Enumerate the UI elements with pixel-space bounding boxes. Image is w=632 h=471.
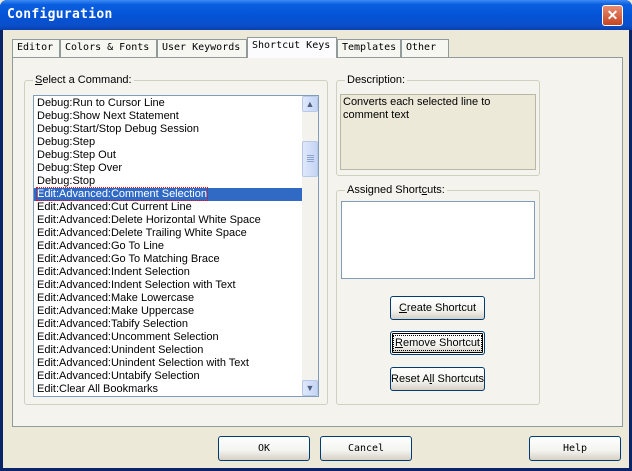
command-list-item[interactable]: Edit:Clear All Bookmarks [34,383,302,396]
description-box: Converts each selected line to comment t… [340,94,536,170]
command-list-item[interactable]: Debug:Step [34,136,302,149]
command-list-item[interactable]: Edit:Advanced:Indent Selection [34,266,302,279]
window-title: Configuration [7,7,113,22]
command-list-item[interactable]: Debug:Step Out [34,149,302,162]
scroll-up-button[interactable]: ▲ [302,96,318,112]
command-list-item[interactable]: Edit:Advanced:Indent Selection with Text [34,279,302,292]
reset-all-shortcuts-button[interactable]: Reset All Shortcuts [390,367,485,391]
scroll-thumb[interactable] [302,141,318,177]
tab-colors-fonts[interactable]: Colors & Fonts [60,39,157,57]
command-list-item[interactable]: Debug:Run to Cursor Line [34,97,302,110]
remove-shortcut-button[interactable]: Remove Shortcut [390,331,485,355]
command-list-item[interactable]: Edit:Advanced:Unindent Selection with Te… [34,357,302,370]
cancel-button[interactable]: Cancel [320,436,412,461]
arrow-up-icon: ▲ [305,99,315,109]
command-list-item[interactable]: Edit:Advanced:Delete Horizontal White Sp… [34,214,302,227]
select-command-label: Select a Command: [33,74,134,86]
assigned-shortcuts-label: Assigned Shortcuts: [345,184,447,196]
command-list-item[interactable]: Edit:Advanced:Delete Trailing White Spac… [34,227,302,240]
command-list-item[interactable]: Debug:Show Next Statement [34,110,302,123]
command-list-item[interactable]: Debug:Step Over [34,162,302,175]
tab-user-keywords[interactable]: User Keywords [157,39,247,57]
command-list-item[interactable]: Edit:Advanced:Tabify Selection [34,318,302,331]
scroll-down-button[interactable]: ▼ [302,380,318,396]
command-list-item[interactable]: Edit:Advanced:Go To Line [34,240,302,253]
create-shortcut-button[interactable]: Create Shortcut [390,296,485,320]
command-list-item[interactable]: Edit:Advanced:Cut Current Line [34,201,302,214]
command-list-item[interactable]: Edit:Advanced:Make Lowercase [34,292,302,305]
command-list-item[interactable]: Edit:Advanced:Unindent Selection [34,344,302,357]
command-list-item[interactable]: Edit:Advanced:Make Uppercase [34,305,302,318]
configuration-dialog: Configuration ✕ Editor Colors & Fonts Us… [0,0,632,471]
command-listbox[interactable]: Debug:Run to Cursor Line Debug:Show Next … [33,95,319,397]
description-label: Description: [345,74,408,86]
arrow-down-icon: ▼ [305,383,315,393]
command-list[interactable]: Debug:Run to Cursor Line Debug:Show Next … [34,96,302,396]
command-list-item[interactable]: Debug:Start/Stop Debug Session [34,123,302,136]
command-list-scrollbar[interactable]: ▲ ▼ [302,96,318,396]
ok-button[interactable]: OK [218,436,310,461]
help-button[interactable]: Help [529,436,621,461]
selected-command-text: Edit:Advanced:Comment Selection [36,187,208,201]
title-bar[interactable]: Configuration ✕ [0,0,632,30]
command-list-item[interactable]: Edit:Advanced:Uncomment Selection [34,331,302,344]
tab-templates[interactable]: Templates [337,39,401,57]
command-list-item[interactable]: Edit:Advanced:Comment Selection [34,187,302,201]
tab-other[interactable]: Other [401,39,449,57]
command-list-item[interactable]: Edit:Advanced:Untabify Selection [34,370,302,383]
description-text: Converts each selected line to comment t… [343,96,491,121]
close-icon: ✕ [606,7,619,23]
command-list-item[interactable]: Edit:Advanced:Go To Matching Brace [34,253,302,266]
tab-shortcut-keys[interactable]: Shortcut Keys [247,37,337,58]
command-list-item[interactable]: Debug:Stop [34,175,302,188]
tab-editor[interactable]: Editor [12,39,60,57]
assigned-shortcuts-list[interactable] [341,201,535,279]
close-button[interactable]: ✕ [602,5,623,26]
